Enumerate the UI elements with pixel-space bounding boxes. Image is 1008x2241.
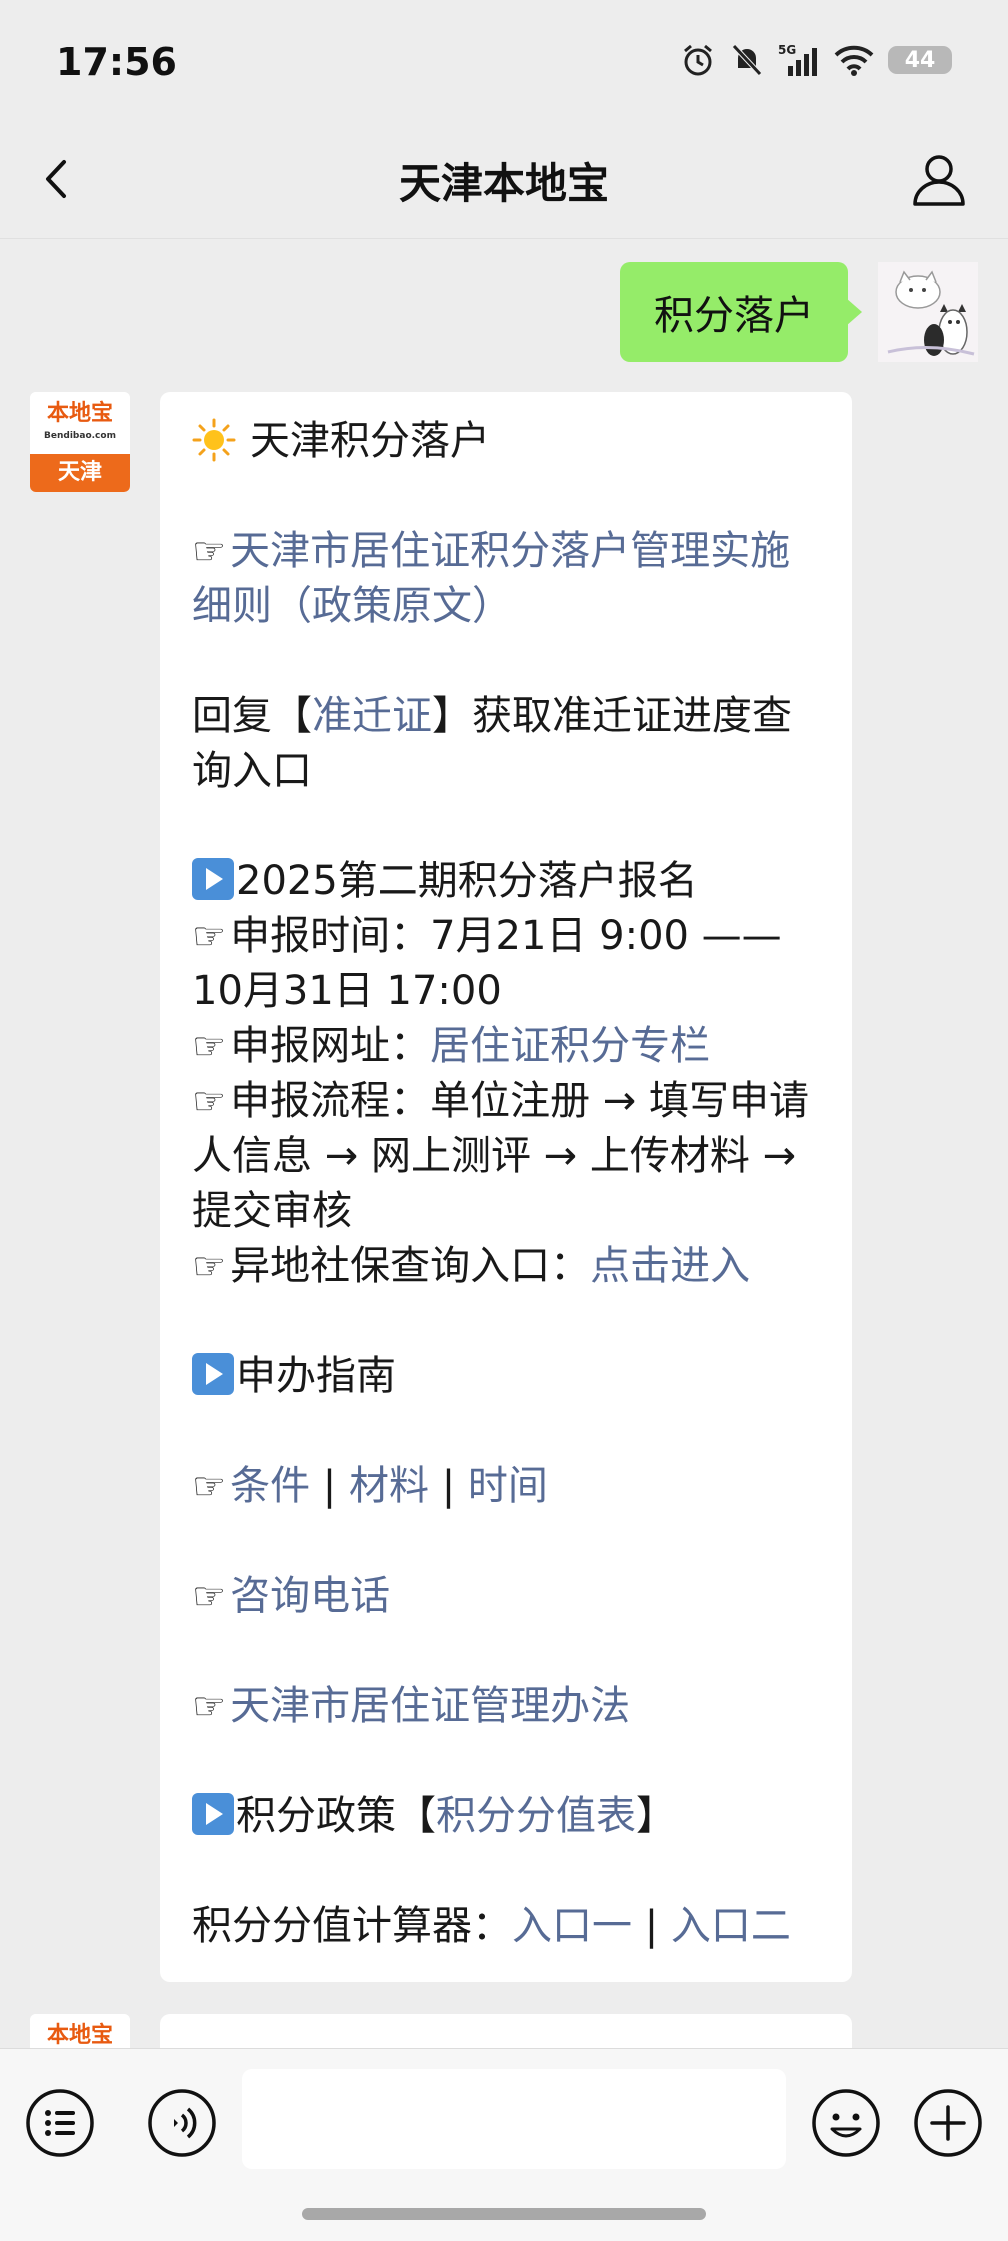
separator: | bbox=[632, 1903, 671, 1949]
pointing-hand-icon: ☞ bbox=[192, 1464, 227, 1508]
section-policy-heading: 积分政策【积分分值表】 bbox=[192, 1789, 822, 1844]
guide-link-time[interactable]: 时间 bbox=[468, 1463, 548, 1509]
section3-suffix: 】 bbox=[636, 1793, 676, 1839]
play-icon bbox=[192, 1353, 234, 1395]
user-message-text: 积分落户 bbox=[654, 293, 814, 339]
apply-url-line: ☞ 申报网址：居住证积分专栏 bbox=[192, 1019, 822, 1074]
cat-illustration-icon bbox=[887, 270, 975, 356]
status-time: 17:56 bbox=[56, 40, 177, 84]
emoji-icon[interactable] bbox=[810, 2087, 882, 2159]
calculator-link-1[interactable]: 入口一 bbox=[512, 1903, 632, 1949]
pointing-hand-icon: ☞ bbox=[192, 1244, 227, 1288]
guide-link-materials[interactable]: 材料 bbox=[349, 1463, 429, 1509]
points-table-link[interactable]: 积分分值表 bbox=[436, 1793, 636, 1839]
pointing-hand-icon: ☞ bbox=[192, 1574, 227, 1618]
reply-instruction: 回复【准迁证】获取准迁证进度查询入口 bbox=[192, 689, 822, 799]
guide-links-line: ☞ 条件 | 材料 | 时间 bbox=[192, 1459, 822, 1514]
management-link[interactable]: 天津市居住证管理办法 bbox=[230, 1683, 630, 1729]
social-link[interactable]: 点击进入 bbox=[590, 1243, 750, 1289]
section2-title: 申办指南 bbox=[236, 1353, 396, 1399]
message-input[interactable] bbox=[242, 2069, 786, 2169]
chat-area[interactable]: 积分落户 本地宝 Bendibao.com 天津 天津积分落户 ☞ 天津市居住证… bbox=[0, 238, 1008, 2048]
section3-prefix: 积分政策【 bbox=[236, 1793, 436, 1839]
battery-indicator: 44 bbox=[888, 46, 952, 74]
section-registration-heading: 2025第二期积分落户报名 bbox=[192, 854, 822, 909]
pointing-hand-icon: ☞ bbox=[192, 914, 227, 958]
play-icon bbox=[192, 858, 234, 900]
section1-title: 2025第二期积分落户报名 bbox=[236, 858, 698, 904]
bot-message-bubble-partial[interactable] bbox=[160, 2014, 852, 2048]
plus-icon[interactable] bbox=[912, 2087, 984, 2159]
social-label: 异地社保查询入口： bbox=[230, 1243, 591, 1289]
sun-icon bbox=[192, 418, 236, 462]
calculator-link-2[interactable]: 入口二 bbox=[671, 1903, 791, 1949]
network-label: 5G bbox=[778, 43, 796, 57]
chat-title: 天津本地宝 bbox=[398, 159, 609, 208]
bot-avatar[interactable]: 本地宝 Bendibao.com 天津 bbox=[30, 2014, 130, 2048]
bot-avatar[interactable]: 本地宝 Bendibao.com 天津 bbox=[30, 392, 130, 492]
reply-prefix: 回复【 bbox=[192, 693, 312, 739]
calculator-line: 积分分值计算器：入口一 | 入口二 bbox=[192, 1899, 822, 1954]
status-icons: 5G 44 bbox=[680, 42, 952, 78]
policy-link[interactable]: 天津市居住证积分落户管理实施细则（政策原文） bbox=[192, 528, 790, 629]
menu-list-icon[interactable] bbox=[24, 2087, 96, 2159]
bendibao-logo: 本地宝 Bendibao.com bbox=[30, 392, 130, 454]
logo-text-top: 本地宝 bbox=[46, 401, 113, 426]
pointing-hand-icon: ☞ bbox=[192, 1024, 227, 1068]
status-bar: 17:56 5G 44 bbox=[0, 0, 1008, 120]
calculator-label: 积分分值计算器： bbox=[192, 1903, 512, 1949]
user-avatar[interactable] bbox=[878, 262, 978, 362]
bot-message-bubble[interactable]: 天津积分落户 ☞ 天津市居住证积分落户管理实施细则（政策原文） 回复【准迁证】获取… bbox=[160, 392, 852, 1982]
reply-keyword-link[interactable]: 准迁证 bbox=[312, 693, 432, 739]
social-security-line: ☞ 异地社保查询入口：点击进入 bbox=[192, 1239, 822, 1294]
consult-phone-link[interactable]: 咨询电话 bbox=[230, 1573, 390, 1619]
navigation-bar: 天津本地宝 bbox=[0, 120, 1008, 239]
guide-link-conditions[interactable]: 条件 bbox=[230, 1463, 310, 1509]
consult-line: ☞ 咨询电话 bbox=[192, 1569, 822, 1624]
apply-time-line: ☞ 申报时间：7月21日 9:00 —— 10月31日 17:00 bbox=[192, 909, 822, 1019]
signal-5g-icon: 5G bbox=[778, 43, 817, 76]
apply-url-label: 申报网址： bbox=[230, 1023, 431, 1069]
alarm-icon bbox=[684, 44, 712, 76]
home-indicator[interactable] bbox=[302, 2208, 706, 2220]
message-title-line: 天津积分落户 bbox=[192, 414, 822, 469]
separator: | bbox=[310, 1463, 349, 1509]
management-line: ☞ 天津市居住证管理办法 bbox=[192, 1679, 822, 1734]
apply-url-link[interactable]: 居住证积分专栏 bbox=[430, 1023, 710, 1069]
section-guide-heading: 申办指南 bbox=[192, 1349, 822, 1404]
apply-time: 申报时间：7月21日 9:00 —— 10月31日 17:00 bbox=[192, 913, 782, 1014]
policy-line: ☞ 天津市居住证积分落户管理实施细则（政策原文） bbox=[192, 524, 822, 634]
logo-url-text: Bendibao.com bbox=[44, 431, 116, 441]
logo-text-bottom: 天津 bbox=[30, 454, 130, 492]
separator: | bbox=[428, 1463, 468, 1509]
apply-flow-line: ☞ 申报流程：单位注册 → 填写申请人信息 → 网上测评 → 上传材料 → 提交审… bbox=[192, 1074, 822, 1239]
mute-bell-icon bbox=[732, 44, 762, 76]
pointing-hand-icon: ☞ bbox=[192, 529, 227, 573]
logo-text-top: 本地宝 bbox=[46, 2023, 113, 2048]
play-icon bbox=[192, 1793, 234, 1835]
user-message-bubble[interactable]: 积分落户 bbox=[620, 262, 862, 362]
bendibao-logo: 本地宝 Bendibao.com bbox=[30, 2014, 130, 2048]
pointing-hand-icon: ☞ bbox=[192, 1684, 227, 1728]
message-title: 天津积分落户 bbox=[250, 418, 490, 464]
wifi-icon bbox=[834, 45, 874, 76]
voice-icon[interactable] bbox=[146, 2087, 218, 2159]
profile-icon[interactable] bbox=[910, 150, 968, 208]
pointing-hand-icon: ☞ bbox=[192, 1079, 227, 1123]
apply-flow: 申报流程：单位注册 → 填写申请人信息 → 网上测评 → 上传材料 → 提交审核 bbox=[192, 1078, 810, 1234]
